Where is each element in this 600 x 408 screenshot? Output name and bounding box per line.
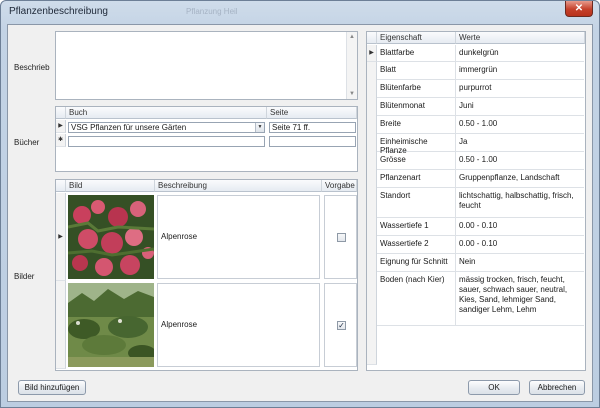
new-row-selector[interactable]: ✱	[56, 134, 66, 147]
dialog-client-area: Beschrieb Bücher Bilder ▲ ▼ Buch Seite ▶…	[7, 24, 593, 402]
ok-button[interactable]: OK	[468, 380, 520, 395]
bilder-label: Bilder	[14, 272, 35, 281]
new-seite-field[interactable]	[269, 136, 356, 147]
image-description: Alpenrose	[161, 232, 198, 241]
property-row[interactable]: Pflanzenart Gruppenpflanze, Landschaft	[377, 170, 584, 188]
property-name: Standort	[377, 188, 456, 217]
property-name: Wassertiefe 1	[377, 218, 456, 235]
property-value: Ja	[459, 137, 468, 146]
row-selector[interactable]	[56, 281, 66, 369]
property-value: Juni	[459, 101, 474, 110]
alpenrose-landscape-image	[68, 283, 154, 367]
property-row[interactable]: Boden (nach Kier) mässig trocken, frisch…	[377, 272, 584, 326]
property-name: Blatt	[377, 62, 456, 79]
property-value: lichtschattig, halbschattig, frisch, feu…	[459, 191, 574, 210]
images-grid: Bild Beschreibung Vorgabe ▶ Alpenrose Al…	[55, 179, 358, 371]
property-value: 0.00 - 0.10	[459, 239, 498, 248]
current-row-icon: ▶	[58, 234, 63, 240]
row-selector[interactable]: ▶	[56, 120, 66, 133]
buecher-label: Bücher	[14, 138, 40, 147]
vorgabe-checkbox[interactable]: ✓	[337, 321, 346, 330]
column-header-beschreibung[interactable]: Beschreibung	[155, 180, 322, 192]
flower-photo[interactable]	[68, 195, 154, 279]
window-title: Pflanzenbeschreibung	[9, 6, 108, 17]
property-row[interactable]: Wassertiefe 2 0.00 - 0.10	[377, 236, 584, 254]
property-value: dunkelgrün	[459, 48, 499, 57]
beschrieb-textarea[interactable]: ▲ ▼	[55, 31, 358, 100]
property-name: Boden (nach Kier)	[377, 272, 456, 325]
scroll-down-icon[interactable]: ▼	[347, 89, 357, 99]
vorgabe-checkbox[interactable]	[337, 233, 346, 242]
property-name: Breite	[377, 116, 456, 133]
dropdown-arrow-icon[interactable]: ▼	[255, 123, 264, 132]
property-name: Pflanzenart	[377, 170, 456, 187]
column-header-werte[interactable]: Werte	[456, 32, 585, 44]
column-header-buch[interactable]: Buch	[66, 107, 267, 119]
images-grid-corner	[56, 180, 66, 192]
seite-value: Seite 71 ff.	[272, 123, 311, 132]
property-row[interactable]: Breite 0.50 - 1.00	[377, 116, 584, 134]
property-name: Einheimische Pflanze	[377, 134, 456, 155]
new-row-icon: ✱	[57, 137, 64, 143]
new-buch-field[interactable]	[68, 136, 265, 147]
close-button[interactable]: ✕	[565, 1, 593, 17]
property-row[interactable]: Wassertiefe 1 0.00 - 0.10	[377, 218, 584, 236]
column-header-bild[interactable]: Bild	[66, 180, 155, 192]
property-name: Wassertiefe 2	[377, 236, 456, 253]
property-value: immergrün	[459, 65, 498, 74]
property-value: Nein	[459, 257, 476, 266]
property-row[interactable]: Blütenfarbe purpurrot	[377, 80, 584, 98]
property-row[interactable]: Blatt immergrün	[377, 62, 584, 80]
property-value: mässig trocken, frisch, feucht, sauer, s…	[459, 275, 568, 314]
property-name: Blütenfarbe	[377, 80, 456, 97]
row-selector[interactable]: ▶	[367, 45, 377, 62]
row-selector-column	[367, 45, 377, 365]
property-value: Gruppenpflanze, Landschaft	[459, 173, 560, 182]
image-description-cell[interactable]: Alpenrose	[157, 195, 320, 279]
alpenrose-flower-image	[68, 195, 154, 279]
image-description: Alpenrose	[161, 320, 198, 329]
landscape-photo[interactable]	[68, 283, 154, 367]
seite-field[interactable]: Seite 71 ff.	[269, 122, 356, 133]
current-row-icon: ▶	[58, 123, 63, 129]
property-value: 0.50 - 1.00	[459, 155, 498, 164]
column-header-vorgabe[interactable]: Vorgabe	[322, 180, 357, 192]
close-icon: ✕	[574, 3, 584, 14]
beschrieb-scrollbar[interactable]: ▲ ▼	[346, 32, 357, 99]
property-name: Blütenmonat	[377, 98, 456, 115]
vorgabe-cell	[324, 195, 357, 279]
property-value: purpurrot	[459, 83, 492, 92]
dialog-window: Pflanzenbeschreibung Pflanzung Heil ✕ Be…	[0, 0, 600, 408]
property-name: Blattfarbe	[377, 45, 456, 61]
property-row[interactable]: Grösse 0.50 - 1.00	[377, 152, 584, 170]
books-grid: Buch Seite ▶ VSG Pflanzen für unsere Gär…	[55, 106, 358, 172]
background-window-title: Pflanzung Heil	[186, 7, 238, 16]
properties-grid: Eigenschaft Werte ▶ Blattfarbe dunkelgrü…	[366, 31, 586, 371]
properties-grid-corner	[367, 32, 377, 44]
property-row[interactable]: Standort lichtschattig, halbschattig, fr…	[377, 188, 584, 218]
image-description-cell[interactable]: Alpenrose	[157, 283, 320, 367]
check-icon: ✓	[338, 321, 345, 330]
property-name: Eignung für Schnitt	[377, 254, 456, 271]
property-value: 0.50 - 1.00	[459, 119, 498, 128]
add-image-button[interactable]: Bild hinzufügen	[18, 380, 86, 395]
buch-combobox[interactable]: VSG Pflanzen für unsere Gärten ▼	[68, 122, 265, 133]
property-row[interactable]: Einheimische Pflanze Ja	[377, 134, 584, 155]
cancel-button[interactable]: Abbrechen	[529, 380, 585, 395]
title-bar[interactable]: Pflanzenbeschreibung Pflanzung Heil ✕	[1, 1, 599, 23]
scroll-up-icon[interactable]: ▲	[347, 32, 357, 42]
property-row[interactable]: Blütenmonat Juni	[377, 98, 584, 116]
vorgabe-cell: ✓	[324, 283, 357, 367]
beschrieb-label: Beschrieb	[14, 63, 50, 72]
property-row[interactable]: Eignung für Schnitt Nein	[377, 254, 584, 272]
column-header-eigenschaft[interactable]: Eigenschaft	[377, 32, 456, 44]
books-grid-corner	[56, 107, 66, 119]
current-row-icon: ▶	[369, 50, 374, 56]
buch-value: VSG Pflanzen für unsere Gärten	[71, 123, 187, 132]
property-name: Grösse	[377, 152, 456, 169]
property-value: 0.00 - 0.10	[459, 221, 498, 230]
column-header-seite[interactable]: Seite	[267, 107, 357, 119]
property-row[interactable]: Blattfarbe dunkelgrün	[377, 45, 584, 62]
row-selector[interactable]: ▶	[56, 193, 66, 281]
